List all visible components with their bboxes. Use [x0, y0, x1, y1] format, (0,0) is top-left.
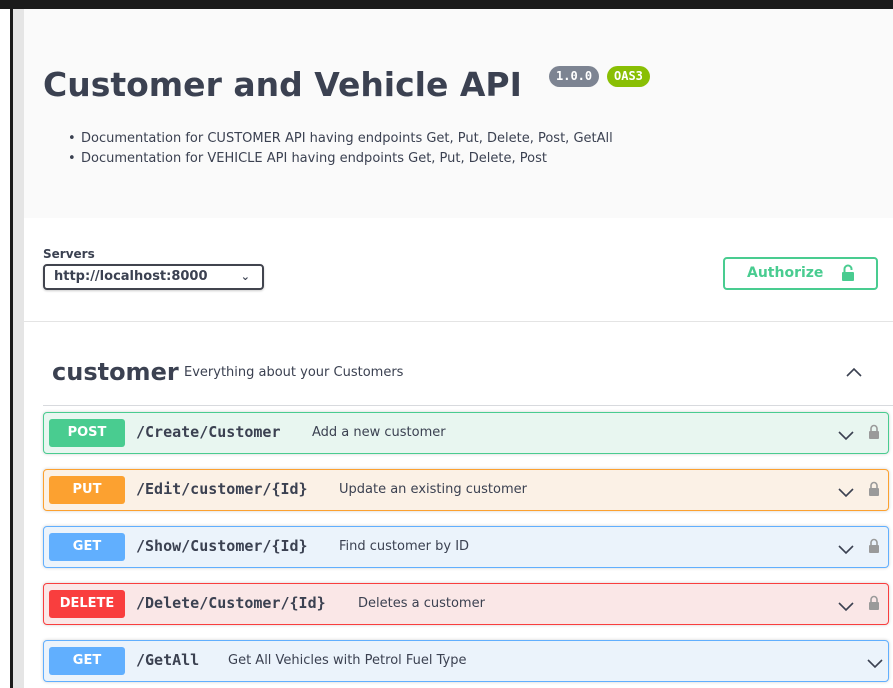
description-item: Documentation for CUSTOMER API having en… — [66, 129, 613, 149]
lock-icon[interactable] — [868, 538, 880, 558]
method-badge: DELETE — [49, 590, 125, 618]
swagger-ui: Customer and Vehicle API 1.0.0 OAS3 Docu… — [24, 9, 893, 688]
chevron-down-icon[interactable] — [867, 654, 883, 673]
method-badge: GET — [49, 533, 125, 561]
version-badge: 1.0.0 — [549, 66, 600, 87]
tag-description: Everything about your Customers — [184, 365, 404, 380]
window-top-border — [0, 0, 893, 9]
info-section: Customer and Vehicle API 1.0.0 OAS3 Docu… — [24, 9, 893, 218]
chevron-down-icon[interactable] — [838, 426, 854, 445]
operation-put-edit-customer[interactable]: PUT /Edit/customer/{Id} Update an existi… — [43, 469, 889, 511]
operation-get-all[interactable]: GET /GetAll Get All Vehicles with Petrol… — [43, 640, 889, 682]
chevron-down-icon[interactable] — [838, 597, 854, 616]
lock-icon[interactable] — [868, 481, 880, 501]
lock-icon[interactable] — [868, 595, 880, 615]
method-badge: PUT — [49, 476, 125, 504]
chevron-down-icon[interactable] — [838, 540, 854, 559]
operation-path: /GetAll — [136, 651, 200, 669]
tag-title[interactable]: customer — [52, 358, 179, 386]
api-description: Documentation for CUSTOMER API having en… — [66, 129, 613, 169]
chevron-up-icon[interactable] — [846, 362, 862, 381]
servers-label: Servers — [43, 247, 95, 261]
lock-icon — [841, 264, 855, 286]
authorize-label: Authorize — [747, 265, 824, 281]
authorize-button[interactable]: Authorize — [723, 257, 878, 290]
server-select-value: http://localhost:8000 — [54, 269, 208, 284]
chevron-down-icon: ⌄ — [240, 270, 250, 283]
operation-path: /Create/Customer — [136, 423, 281, 441]
lock-icon[interactable] — [868, 424, 880, 444]
left-gutter — [13, 9, 24, 688]
section-divider — [24, 321, 893, 322]
operation-post-create-customer[interactable]: POST /Create/Customer Add a new customer — [43, 412, 889, 454]
description-item: Documentation for VEHICLE API having end… — [66, 149, 613, 169]
method-badge: GET — [49, 647, 125, 675]
method-badge: POST — [49, 419, 125, 447]
api-title: Customer and Vehicle API — [43, 65, 522, 104]
operation-summary: Add a new customer — [312, 425, 446, 440]
tag-divider — [43, 405, 893, 406]
operation-delete-customer[interactable]: DELETE /Delete/Customer/{Id} Deletes a c… — [43, 583, 889, 625]
operation-summary: Find customer by ID — [339, 539, 470, 554]
oas-badge: OAS3 — [607, 66, 650, 87]
operation-path: /Delete/Customer/{Id} — [136, 594, 326, 612]
operation-path: /Show/Customer/{Id} — [136, 537, 308, 555]
operation-summary: Get All Vehicles with Petrol Fuel Type — [228, 653, 467, 668]
window-left-margin — [0, 9, 10, 688]
operation-summary: Update an existing customer — [339, 482, 527, 497]
operation-get-show-customer[interactable]: GET /Show/Customer/{Id} Find customer by… — [43, 526, 889, 568]
operation-summary: Deletes a customer — [358, 596, 485, 611]
operation-path: /Edit/customer/{Id} — [136, 480, 308, 498]
chevron-down-icon[interactable] — [838, 483, 854, 502]
server-select[interactable]: http://localhost:8000 ⌄ — [43, 264, 264, 290]
